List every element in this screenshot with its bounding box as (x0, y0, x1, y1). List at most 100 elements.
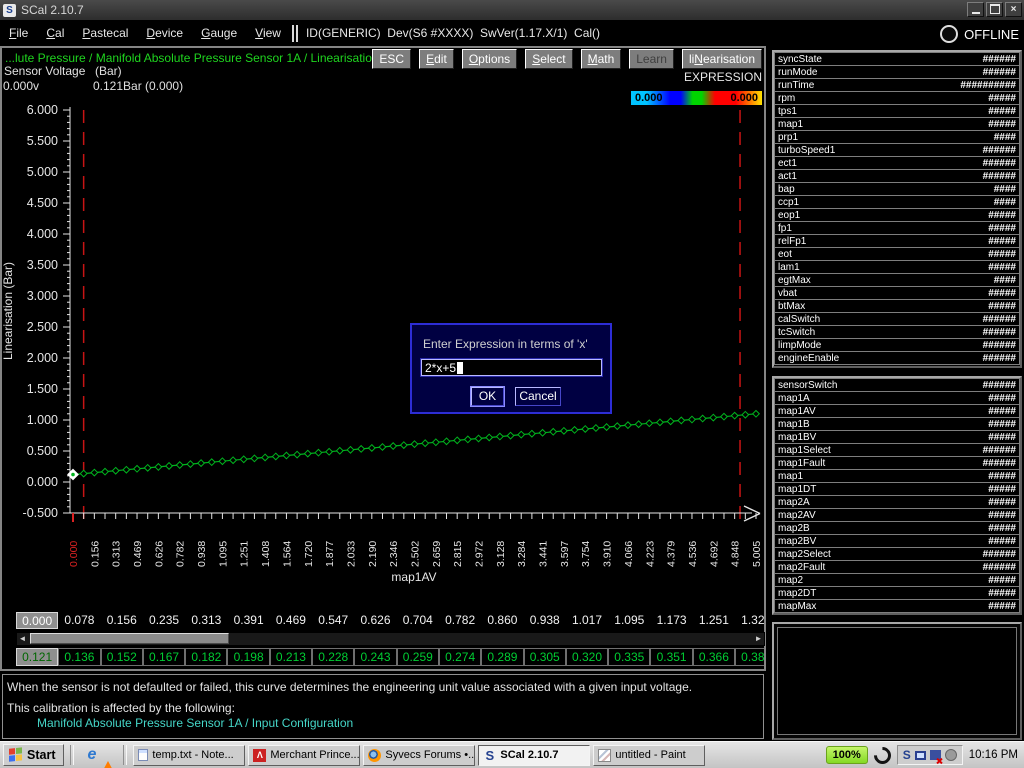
scrollbar-thumb[interactable] (30, 633, 229, 644)
menu-item-device[interactable]: Device (137, 22, 192, 44)
task-button-scal-2-10-7[interactable]: SSCal 2.10.7 (478, 745, 590, 766)
curve-point[interactable] (561, 428, 568, 435)
curve-point[interactable] (208, 459, 215, 466)
watch-row-map1[interactable]: map1##### (774, 117, 1020, 131)
watch-row-syncState[interactable]: syncState###### (774, 52, 1020, 66)
value-cell[interactable]: 0.213 (270, 648, 312, 666)
watch-row-bap[interactable]: bap#### (774, 182, 1020, 196)
curve-point[interactable] (123, 466, 130, 473)
esc-button[interactable]: ESC (372, 49, 411, 69)
curve-point[interactable] (272, 453, 279, 460)
watch-row-map1BV[interactable]: map1BV##### (774, 430, 1020, 444)
value-cell[interactable]: 0.351 (650, 648, 692, 666)
curve-point[interactable] (336, 447, 343, 454)
curve-point[interactable] (240, 456, 247, 463)
watch-row-prp1[interactable]: prp1#### (774, 130, 1020, 144)
voltage-cell[interactable]: 0.313 (185, 612, 227, 629)
watch-row-map2A[interactable]: map2A##### (774, 495, 1020, 509)
linearisation-chart[interactable]: -0.5000.0000.5001.0001.5002.0002.5003.00… (0, 95, 766, 612)
curve-point[interactable] (710, 414, 717, 421)
value-cell[interactable]: 0.320 (566, 648, 608, 666)
curve-point[interactable] (550, 428, 557, 435)
scal-tray-icon[interactable]: S (903, 749, 911, 761)
task-button-untitled-paint[interactable]: untitled - Paint (593, 745, 705, 766)
select-button[interactable]: Select (525, 49, 572, 69)
curve-point[interactable] (529, 430, 536, 437)
voltage-cell[interactable]: 0.156 (101, 612, 143, 629)
watch-row-map1DT[interactable]: map1DT##### (774, 482, 1020, 496)
watch-row-fp1[interactable]: fp1##### (774, 221, 1020, 235)
curve-point[interactable] (731, 412, 738, 419)
watch-row-ccp1[interactable]: ccp1#### (774, 195, 1020, 209)
task-button-syvecs-forums-[interactable]: Syvecs Forums •... (363, 745, 475, 766)
curve-point[interactable] (507, 432, 514, 439)
monitor-tray-icon[interactable] (915, 751, 926, 760)
related-calibration-link[interactable]: Manifold Absolute Pressure Sensor 1A / I… (37, 716, 353, 730)
watch-row-egtMax[interactable]: egtMax#### (774, 273, 1020, 287)
curve-point[interactable] (443, 438, 450, 445)
watch-row-map1AV[interactable]: map1AV##### (774, 404, 1020, 418)
curve-point[interactable] (465, 436, 472, 443)
voltage-cell[interactable]: 1.017 (566, 612, 608, 629)
value-cell[interactable]: 0.121 (16, 648, 58, 666)
volume-tray-icon[interactable] (945, 749, 957, 761)
close-button[interactable]: × (1005, 2, 1022, 17)
curve-point[interactable] (166, 463, 173, 470)
watch-row-map2DT[interactable]: map2DT##### (774, 586, 1020, 600)
voltage-cell[interactable]: 0.860 (481, 612, 523, 629)
scroll-left-arrow-icon[interactable]: ◄ (17, 633, 28, 645)
menu-item-cal[interactable]: Cal (37, 22, 73, 44)
linearisation-button[interactable]: liNearisation (682, 49, 762, 69)
watch-row-map1B[interactable]: map1B##### (774, 417, 1020, 431)
menu-item-view[interactable]: View (246, 22, 290, 44)
curve-point[interactable] (689, 416, 696, 423)
value-cell[interactable]: 0.335 (608, 648, 650, 666)
voltage-cell[interactable]: 1.251 (693, 612, 735, 629)
watch-row-ect1[interactable]: ect1###### (774, 156, 1020, 170)
value-cell[interactable]: 0.305 (524, 648, 566, 666)
curve-point[interactable] (144, 465, 151, 472)
curve-point[interactable] (91, 469, 98, 476)
ok-button[interactable]: OK (471, 387, 504, 406)
value-cell[interactable]: 0.366 (693, 648, 735, 666)
voltage-cell[interactable]: 0.704 (397, 612, 439, 629)
curve-point[interactable] (251, 455, 258, 462)
watch-row-relFp1[interactable]: relFp1##### (774, 234, 1020, 248)
curve-point[interactable] (294, 451, 301, 458)
value-cell[interactable]: 0.228 (312, 648, 354, 666)
watch-row-vbat[interactable]: vbat##### (774, 286, 1020, 300)
menu-item-pastecal[interactable]: Pastecal (73, 22, 137, 44)
curve-point[interactable] (283, 452, 290, 459)
watch-row-tcSwitch[interactable]: tcSwitch###### (774, 325, 1020, 339)
learn-button[interactable]: Learn (629, 49, 674, 69)
curve-point[interactable] (112, 467, 119, 474)
watch-row-map1Select[interactable]: map1Select###### (774, 443, 1020, 457)
watch-row-map2Fault[interactable]: map2Fault###### (774, 560, 1020, 574)
voltage-cell[interactable]: 1.173 (650, 612, 692, 629)
curve-point[interactable] (219, 458, 226, 465)
curve-point[interactable] (379, 444, 386, 451)
curve-point[interactable] (614, 423, 621, 430)
watch-row-map1Fault[interactable]: map1Fault###### (774, 456, 1020, 470)
curve-point[interactable] (176, 462, 183, 469)
voltage-cell[interactable]: 0.469 (270, 612, 312, 629)
curve-point[interactable] (401, 442, 408, 449)
quick-launch-vlc[interactable] (101, 749, 115, 761)
curve-point[interactable] (603, 424, 610, 431)
network-error-icon[interactable] (930, 750, 941, 760)
value-cell[interactable]: 0.182 (185, 648, 227, 666)
watch-row-map2B[interactable]: map2B##### (774, 521, 1020, 535)
curve-point[interactable] (102, 468, 109, 475)
value-cell[interactable]: 0.243 (354, 648, 396, 666)
horizontal-scrollbar[interactable]: ◄ ► (16, 632, 765, 646)
watch-row-turboSpeed1[interactable]: turboSpeed1###### (774, 143, 1020, 157)
task-button-temp-txt-note-[interactable]: temp.txt - Note... (133, 745, 245, 766)
curve-point[interactable] (155, 464, 162, 471)
voltage-cell[interactable]: 0.235 (143, 612, 185, 629)
curve-point[interactable] (454, 437, 461, 444)
curve-point[interactable] (134, 465, 141, 472)
voltage-cell[interactable]: 1.329 (735, 612, 764, 629)
curve-point[interactable] (390, 443, 397, 450)
task-button-merchant-prince-[interactable]: ΛMerchant Prince... (248, 745, 360, 766)
watch-row-map2AV[interactable]: map2AV##### (774, 508, 1020, 522)
